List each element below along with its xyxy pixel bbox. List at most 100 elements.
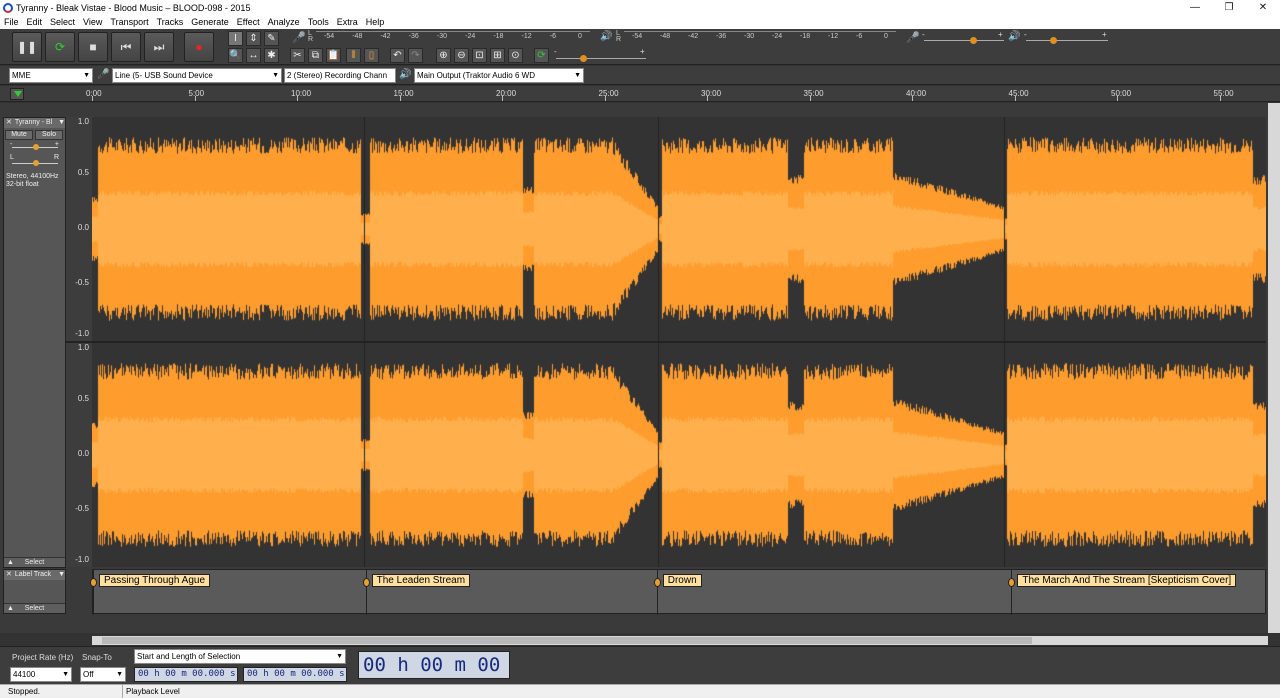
label-boundary[interactable] <box>1011 570 1013 615</box>
play-speed-slider[interactable] <box>580 55 587 62</box>
selection-start-time[interactable]: 00 h 00 m 00.000 s <box>134 667 238 682</box>
right-channel-waveform[interactable] <box>92 343 1266 567</box>
menu-tools[interactable]: Tools <box>304 15 333 29</box>
minimize-button[interactable]: — <box>1178 0 1212 15</box>
timeline-ruler[interactable]: 0:00 5:00 10:00 15:00 20:00 25:00 30:00 35:00 40… <box>0 86 1280 102</box>
menu-generate[interactable]: Generate <box>187 15 233 29</box>
menu-transport[interactable]: Transport <box>106 15 152 29</box>
loop-play-button[interactable]: ⟳ <box>45 32 75 62</box>
zoom-toggle-icon[interactable]: ⊙ <box>508 48 523 63</box>
close-label-track-icon[interactable]: ✕ <box>6 570 12 580</box>
window-title: Tyranny - Bleak Vistae - Blood Music – B… <box>16 2 251 13</box>
skip-to-start-button[interactable]: ⏮ <box>111 32 141 62</box>
menu-file[interactable]: File <box>0 15 23 29</box>
label-handle-icon[interactable] <box>653 578 661 587</box>
left-channel-waveform[interactable] <box>92 117 1266 341</box>
vertical-scrollbar[interactable] <box>1268 103 1280 633</box>
mute-button[interactable]: Mute <box>5 130 33 140</box>
redo-icon[interactable]: ↷ <box>408 48 423 63</box>
project-rate-select[interactable]: 44100 ▼ <box>10 667 72 682</box>
pause-button[interactable]: ❚❚ <box>12 32 42 62</box>
track-label[interactable]: The Leaden Stream <box>371 574 471 587</box>
recording-channels-select[interactable]: 2 (Stereo) Recording Chann <box>284 68 396 83</box>
silence-audio-icon[interactable]: ▯ <box>364 48 379 63</box>
menu-extra[interactable]: Extra <box>333 15 362 29</box>
zoom-out-icon[interactable]: ⊖ <box>454 48 469 63</box>
playback-meter-speaker-icon[interactable]: 🔊 <box>600 31 612 42</box>
playback-volume-slider[interactable] <box>1050 37 1057 44</box>
pan-slider[interactable] <box>33 160 39 166</box>
playback-meter[interactable]: L R -54 -48 -42 -36 -30 -24 -18 -12 -6 0 <box>616 30 896 44</box>
zoom-in-icon[interactable]: ⊕ <box>436 48 451 63</box>
trim-audio-icon[interactable]: ⫴ <box>346 48 361 63</box>
paste-icon[interactable]: 📋 <box>326 48 341 63</box>
track-menu-chevron-icon[interactable]: ▼ <box>58 118 65 128</box>
playback-device-select[interactable]: Main Output (Traktor Audio 6 WD ▼ <box>414 68 584 83</box>
label-track-menu-chevron-icon[interactable]: ▼ <box>58 570 65 580</box>
fit-project-icon[interactable]: ⊞ <box>490 48 505 63</box>
title-bar: Tyranny - Bleak Vistae - Blood Music – B… <box>0 0 1280 15</box>
label-track-name[interactable]: Label Track <box>15 570 58 580</box>
record-meter-mic-icon[interactable]: 🎤 <box>292 31 306 44</box>
audio-track-header[interactable]: ✕ Tyranny - Bl ▼ <box>4 118 65 128</box>
menu-analyze[interactable]: Analyze <box>264 15 304 29</box>
label-handle-icon[interactable] <box>90 578 97 587</box>
menu-edit[interactable]: Edit <box>23 15 47 29</box>
gain-slider[interactable] <box>33 144 39 150</box>
pan-right-label: R <box>53 154 59 161</box>
pin-playhead-icon[interactable] <box>10 88 24 100</box>
label-track[interactable]: Passing Through Ague The Leaden Stream Dro… <box>90 569 1266 615</box>
label-boundary[interactable] <box>365 570 367 615</box>
collapse-label-track-icon[interactable]: ▲ <box>7 604 14 614</box>
track-select-button[interactable]: ▲ Select <box>4 557 65 567</box>
audio-track-name[interactable]: Tyranny - Bl <box>15 118 58 128</box>
menu-effect[interactable]: Effect <box>233 15 264 29</box>
selection-mode-select[interactable]: Start and Length of Selection ▼ <box>134 649 346 664</box>
menu-help[interactable]: Help <box>362 15 389 29</box>
maximize-button[interactable]: ❐ <box>1212 0 1246 15</box>
stop-button[interactable]: ■ <box>78 32 108 62</box>
selection-length-time[interactable]: 00 h 00 m 00.000 s <box>243 667 347 682</box>
label-handle-icon[interactable] <box>362 578 370 587</box>
record-meter[interactable]: L R -54 -48 -42 -36 -30 -24 -18 -12 -6 0 <box>308 30 590 44</box>
solo-button[interactable]: Solo <box>35 130 63 140</box>
horizontal-scroll-thumb[interactable] <box>102 637 1032 644</box>
track-label[interactable]: Drown <box>662 574 702 587</box>
menu-tracks[interactable]: Tracks <box>153 15 188 29</box>
skip-to-end-button[interactable]: ⏭ <box>144 32 174 62</box>
draw-tool-icon[interactable]: ✎ <box>264 31 279 46</box>
label-track-select-button[interactable]: ▲ Select <box>4 603 65 613</box>
recording-device-select[interactable]: Line (5- USB Sound Device ▼ <box>112 68 282 83</box>
label-track-control-panel[interactable]: ✕ Label Track ▼ ▲ Select <box>3 569 66 614</box>
selection-tool-icon[interactable]: I <box>228 31 243 46</box>
label-boundary[interactable] <box>656 570 658 615</box>
audio-host-select[interactable]: MME ▼ <box>9 68 93 83</box>
collapse-track-icon[interactable]: ▲ <box>7 558 14 568</box>
close-button[interactable]: ✕ <box>1246 0 1280 15</box>
fit-selection-icon[interactable]: ⊡ <box>472 48 487 63</box>
audio-position-time[interactable]: 00 h 00 m 00 s <box>358 651 510 679</box>
zoom-tool-icon[interactable]: 🔍 <box>228 48 243 63</box>
close-track-icon[interactable]: ✕ <box>6 118 12 128</box>
horizontal-scrollbar[interactable] <box>92 636 1268 645</box>
label-boundary[interactable] <box>93 570 94 615</box>
snap-to-select[interactable]: Off ▼ <box>80 667 126 682</box>
play-at-speed-icon[interactable]: ⟳ <box>534 48 549 63</box>
multi-tool-icon[interactable]: ✱ <box>264 48 279 63</box>
track-sample-format: 32-bit float <box>6 181 39 188</box>
track-label[interactable]: The March And The Stream [Skepticism Cov… <box>1017 574 1237 587</box>
track-area[interactable]: ✕ Tyranny - Bl ▼ Mute Solo - + L R Stereo… <box>0 103 1268 633</box>
menu-view[interactable]: View <box>79 15 106 29</box>
record-button[interactable]: ● <box>184 32 214 62</box>
audio-track-control-panel[interactable]: ✕ Tyranny - Bl ▼ Mute Solo - + L R Stereo… <box>3 117 66 568</box>
menu-select[interactable]: Select <box>46 15 79 29</box>
timeshift-tool-icon[interactable]: ↔ <box>246 48 261 63</box>
recording-volume-slider[interactable] <box>970 37 977 44</box>
cut-icon[interactable]: ✂ <box>290 48 305 63</box>
copy-icon[interactable]: ⧉ <box>308 48 323 63</box>
track-label[interactable]: Passing Through Ague <box>99 574 211 587</box>
label-track-header[interactable]: ✕ Label Track ▼ <box>4 570 65 580</box>
undo-icon[interactable]: ↶ <box>390 48 405 63</box>
label-handle-icon[interactable] <box>1008 578 1016 587</box>
envelope-tool-icon[interactable]: ⇕ <box>246 31 261 46</box>
